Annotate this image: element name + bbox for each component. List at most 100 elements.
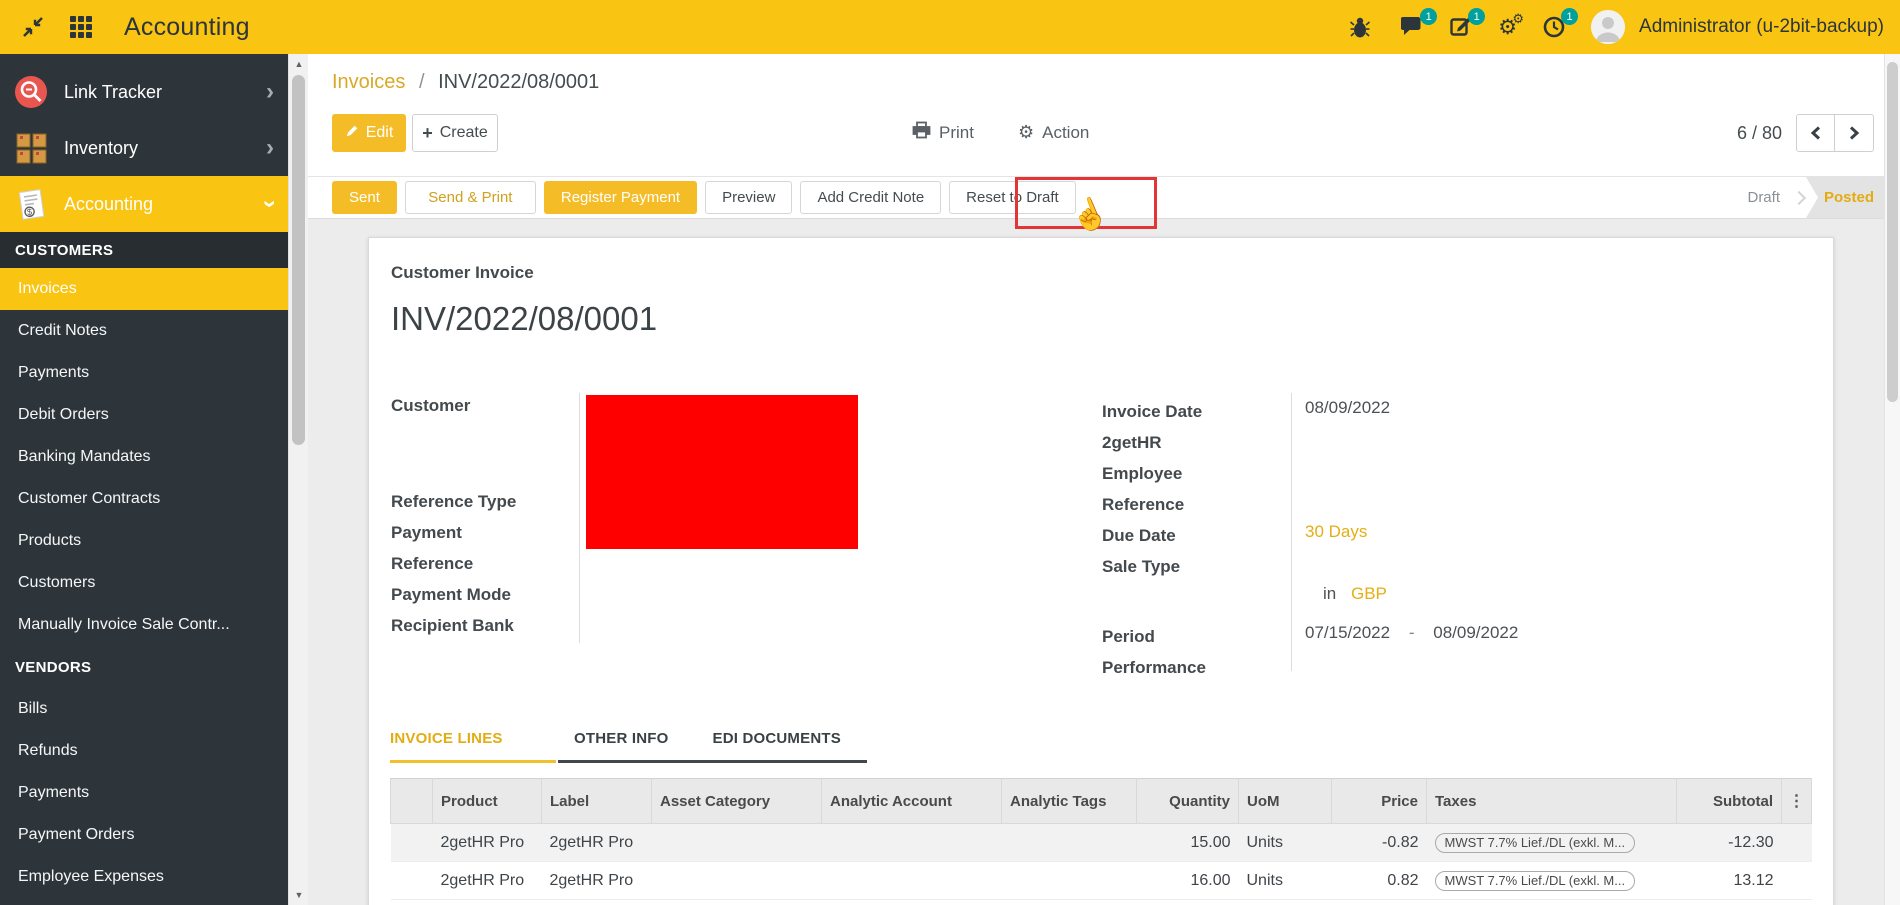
user-menu[interactable]: Administrator (u-2bit-backup): [1639, 16, 1884, 38]
sidebar: Link Tracker › Inventory › $ Accounting …: [0, 54, 288, 905]
cell-product[interactable]: 2getHR Pro: [433, 824, 542, 862]
sidebar-item-customer-contracts[interactable]: Customer Contracts: [0, 478, 288, 520]
action-menu[interactable]: ⚙ Action: [1018, 121, 1089, 144]
sidebar-item-credit-notes[interactable]: Credit Notes: [0, 310, 288, 352]
tax-tag[interactable]: MWST 7.7% Lief./DL (exkl. M...: [1435, 871, 1636, 891]
activities-icon[interactable]: 1: [1450, 16, 1472, 38]
cell-quantity[interactable]: 15.00: [1137, 824, 1239, 862]
tab-other-info[interactable]: OTHER INFO: [574, 730, 669, 760]
apps-grid-icon[interactable]: [66, 12, 96, 42]
table-row[interactable]: 2getHR Pro 2getHR Pro 16.00 Units 0.82 M…: [391, 862, 1812, 900]
add-credit-note-button[interactable]: Add Credit Note: [800, 181, 941, 214]
cell-price[interactable]: -0.82: [1332, 824, 1427, 862]
clock-icon[interactable]: 1: [1543, 16, 1565, 38]
sidebar-scrollbar-thumb[interactable]: [292, 75, 305, 445]
user-avatar[interactable]: [1591, 10, 1625, 44]
debug-bug-icon[interactable]: [1345, 12, 1375, 42]
cell-subtotal[interactable]: -12.30: [1677, 824, 1782, 862]
top-navbar: Accounting 1 1 ⚙⚙ 1 Administrator (u-2b: [0, 0, 1900, 54]
invoice-date-value[interactable]: 08/09/2022: [1305, 398, 1390, 418]
column-header-subtotal[interactable]: Subtotal: [1677, 779, 1782, 824]
tab-invoice-lines[interactable]: INVOICE LINES: [390, 730, 556, 763]
cell-uom[interactable]: Units: [1239, 862, 1332, 900]
column-header-asset-category[interactable]: Asset Category: [652, 779, 822, 824]
cell-subtotal[interactable]: 13.12: [1677, 862, 1782, 900]
collapse-menu-icon[interactable]: [18, 12, 48, 42]
create-button[interactable]: + Create: [412, 114, 498, 152]
stage-draft[interactable]: Draft: [1747, 189, 1780, 206]
cell-taxes: MWST 7.7% Lief./DL (exkl. M...: [1427, 824, 1677, 862]
previous-record-button[interactable]: [1796, 114, 1835, 152]
next-record-button[interactable]: [1835, 114, 1874, 152]
column-header-uom[interactable]: UoM: [1239, 779, 1332, 824]
stage-status-widget: Draft Posted: [1747, 177, 1884, 218]
record-pager: 6 / 80: [1737, 114, 1874, 152]
sidebar-item-products[interactable]: Products: [0, 520, 288, 562]
handle-column-header: [391, 779, 433, 824]
page-scrollbar-thumb[interactable]: [1887, 62, 1898, 402]
invoice-lines-table: Product Label Asset Category Analytic Ac…: [390, 778, 1812, 900]
sidebar-item-payments-vendors[interactable]: Payments: [0, 772, 288, 814]
activities-badge: 1: [1468, 8, 1485, 25]
sidebar-app-inventory[interactable]: Inventory ›: [0, 120, 288, 176]
column-header-analytic-account[interactable]: Analytic Account: [822, 779, 1002, 824]
tab-edi-documents[interactable]: EDI DOCUMENTS: [713, 730, 841, 760]
cell-analytic-account[interactable]: [822, 824, 1002, 862]
page-scrollbar[interactable]: [1884, 54, 1900, 905]
tax-tag[interactable]: MWST 7.7% Lief./DL (exkl. M...: [1435, 833, 1636, 853]
sidebar-item-banking-mandates[interactable]: Banking Mandates: [0, 436, 288, 478]
column-header-analytic-tags[interactable]: Analytic Tags: [1002, 779, 1137, 824]
currency-link[interactable]: GBP: [1351, 584, 1387, 603]
cell-label[interactable]: 2getHR Pro: [542, 824, 652, 862]
sidebar-item-manually-invoice[interactable]: Manually Invoice Sale Contr...: [0, 604, 288, 646]
stage-chevron-icon: [1792, 190, 1806, 204]
cell-analytic-tags[interactable]: [1002, 824, 1137, 862]
cell-analytic-account[interactable]: [822, 862, 1002, 900]
column-header-price[interactable]: Price: [1332, 779, 1427, 824]
sidebar-item-customers[interactable]: Customers: [0, 562, 288, 604]
sent-button[interactable]: Sent: [332, 181, 397, 214]
due-date-value[interactable]: 30 Days: [1305, 522, 1367, 542]
messages-icon[interactable]: 1: [1401, 16, 1424, 38]
customer-value-redacted: [586, 395, 858, 549]
period-start[interactable]: 07/15/2022: [1305, 623, 1390, 642]
sidebar-item-bills[interactable]: Bills: [0, 688, 288, 730]
scroll-down-icon[interactable]: ▼: [289, 887, 309, 903]
sidebar-item-invoices[interactable]: Invoices: [0, 268, 288, 310]
breadcrumb-invoices-link[interactable]: Invoices: [332, 71, 405, 93]
sidebar-app-link-tracker[interactable]: Link Tracker ›: [0, 64, 288, 120]
sidebar-item-employee-expenses[interactable]: Employee Expenses: [0, 856, 288, 898]
sidebar-item-payments-customers[interactable]: Payments: [0, 352, 288, 394]
sidebar-scrollbar[interactable]: ▲ ▼: [288, 54, 308, 905]
column-header-product[interactable]: Product: [433, 779, 542, 824]
form-buttons: Edit + Create: [332, 114, 498, 152]
cell-label[interactable]: 2getHR Pro: [542, 862, 652, 900]
stage-posted[interactable]: Posted: [1806, 177, 1884, 218]
register-payment-button[interactable]: Register Payment: [544, 181, 697, 214]
column-header-quantity[interactable]: Quantity: [1137, 779, 1239, 824]
cell-uom[interactable]: Units: [1239, 824, 1332, 862]
messages-badge: 1: [1420, 8, 1437, 25]
print-menu[interactable]: Print: [912, 121, 974, 144]
cell-price[interactable]: 0.82: [1332, 862, 1427, 900]
sidebar-app-accounting[interactable]: $ Accounting ›: [0, 176, 288, 232]
cell-analytic-tags[interactable]: [1002, 862, 1137, 900]
cell-quantity[interactable]: 16.00: [1137, 862, 1239, 900]
cell-asset-category[interactable]: [652, 824, 822, 862]
reset-to-draft-button[interactable]: Reset to Draft: [949, 181, 1076, 214]
preview-button[interactable]: Preview: [705, 181, 792, 214]
sidebar-item-debit-orders[interactable]: Debit Orders: [0, 394, 288, 436]
column-header-taxes[interactable]: Taxes: [1427, 779, 1677, 824]
edit-button[interactable]: Edit: [332, 114, 406, 152]
sidebar-item-payment-orders[interactable]: Payment Orders: [0, 814, 288, 856]
period-end[interactable]: 08/09/2022: [1433, 623, 1518, 642]
sidebar-item-refunds[interactable]: Refunds: [0, 730, 288, 772]
settings-gears-icon[interactable]: ⚙⚙: [1498, 17, 1517, 38]
column-header-label[interactable]: Label: [542, 779, 652, 824]
cell-asset-category[interactable]: [652, 862, 822, 900]
scroll-up-icon[interactable]: ▲: [289, 56, 309, 72]
optional-columns-icon[interactable]: ⋮: [1782, 779, 1812, 824]
cell-product[interactable]: 2getHR Pro: [433, 862, 542, 900]
send-and-print-button[interactable]: Send & Print: [405, 181, 536, 214]
table-row[interactable]: 2getHR Pro 2getHR Pro 15.00 Units -0.82 …: [391, 824, 1812, 862]
